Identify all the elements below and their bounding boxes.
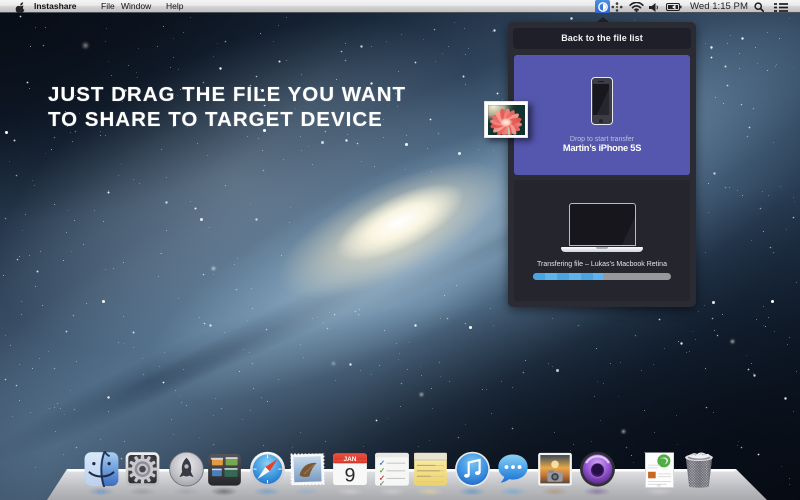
svg-text:9: 9 [345,465,356,486]
svg-text:JAN: JAN [343,456,356,463]
svg-text:✓: ✓ [379,479,385,486]
